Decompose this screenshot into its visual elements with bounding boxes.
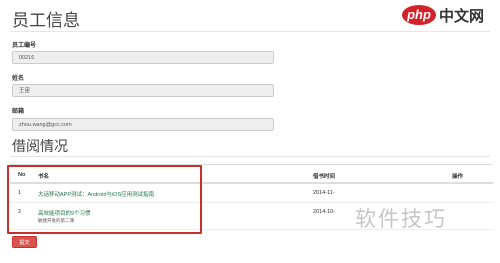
logo-badge: php [402, 5, 436, 25]
name-label: 姓名 [12, 76, 25, 82]
employee-id-label: 员工编号 [12, 43, 37, 49]
php-cn-logo: php 中文网 [402, 4, 494, 26]
borrow-time: 2014-11- [313, 190, 335, 196]
highlight-frame [7, 165, 202, 234]
divider [10, 156, 490, 157]
employee-id-field[interactable]: 00216 [12, 51, 274, 64]
borrow-time: 2014-10- [313, 209, 336, 215]
logo-text: 中文网 [439, 7, 485, 25]
watermark-text: 软件技巧 [355, 207, 447, 231]
email-label: 邮箱 [12, 109, 25, 115]
employee-info-title: 员工信息 [12, 11, 80, 31]
submit-button[interactable]: 提交 [12, 236, 37, 248]
email-field[interactable]: zhou.wang@gcc.com [12, 118, 274, 131]
name-field[interactable]: 王宙 [12, 84, 274, 97]
col-action: 操作 [452, 174, 464, 180]
divider [10, 31, 490, 32]
borrow-status-title: 借阅情况 [12, 139, 68, 155]
col-borrow-time: 借书时间 [313, 174, 336, 180]
